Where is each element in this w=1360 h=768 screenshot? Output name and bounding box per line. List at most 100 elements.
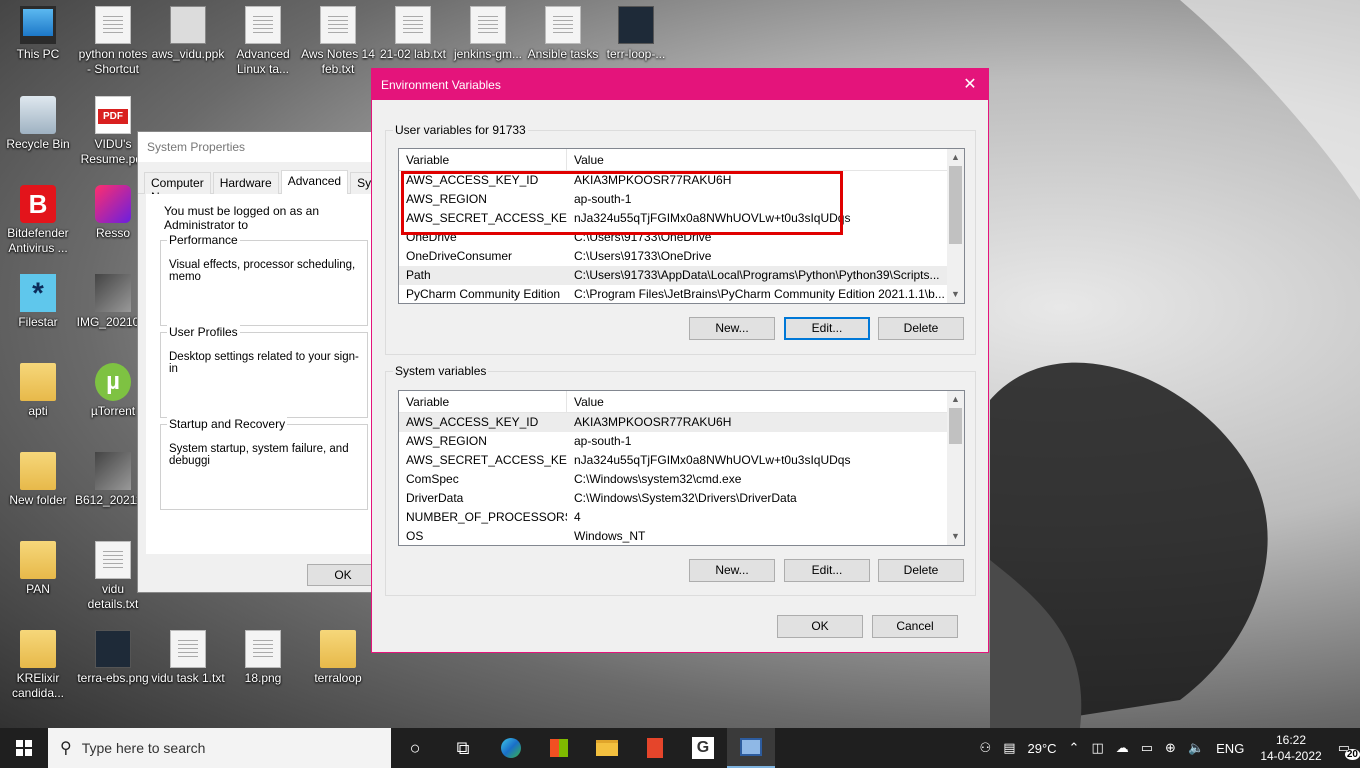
system-delete-button[interactable]: Delete: [878, 559, 964, 582]
weather-temp[interactable]: 29°C: [1022, 741, 1063, 756]
desktop-icon[interactable]: PAN: [0, 541, 76, 597]
system-variables-list[interactable]: Variable Value AWS_ACCESS_KEY_ID AKIA3MPK…: [398, 390, 965, 546]
variable-name: Path: [406, 268, 431, 282]
system-new-button[interactable]: New...: [689, 559, 775, 582]
environment-variables-dialog[interactable]: Environment Variables ✕ User variables f…: [371, 68, 989, 653]
list-item[interactable]: AWS_ACCESS_KEY_ID AKIA3MPKOOSR77RAKU6H: [399, 413, 964, 432]
doc-icon: [170, 630, 206, 668]
scroll-thumb[interactable]: [949, 408, 962, 444]
desktop-icon[interactable]: apti: [0, 363, 76, 419]
file-explorer-icon[interactable]: [583, 728, 631, 768]
desktop-icon[interactable]: vidu task 1.txt: [150, 630, 226, 686]
desktop-icon[interactable]: jenkins-gm...: [450, 6, 526, 62]
desktop-icon[interactable]: terra-ebs.png: [75, 630, 151, 686]
desktop-icon[interactable]: Advanced Linux ta...: [225, 6, 301, 77]
variable-column-header[interactable]: Variable: [399, 391, 567, 412]
desktop-icon[interactable]: New folder: [0, 452, 76, 508]
list-item[interactable]: AWS_SECRET_ACCESS_KEY nJa324u55qTjFGIMx0a…: [399, 451, 964, 470]
desktop-icon-label: This PC: [16, 47, 60, 61]
tab-computer-name[interactable]: Computer Name: [144, 172, 211, 204]
user-list-scrollbar[interactable]: ▲ ▼: [947, 149, 964, 303]
cancel-button[interactable]: Cancel: [872, 615, 958, 638]
desktop-icon[interactable]: KRElixir candida...: [0, 630, 76, 701]
close-icon[interactable]: ✕: [952, 69, 988, 100]
list-item[interactable]: AWS_REGION ap-south-1: [399, 432, 964, 451]
dark-icon: [618, 6, 654, 44]
scroll-up-icon[interactable]: ▲: [947, 391, 964, 408]
value-column-header[interactable]: Value: [567, 391, 611, 412]
list-item[interactable]: OS Windows_NT: [399, 527, 964, 545]
desktop-icon-label: 18.png: [244, 671, 282, 685]
meet-now-icon[interactable]: ◫: [1085, 740, 1109, 756]
desktop-icon-label: terra-ebs.png: [77, 671, 149, 685]
cortana-icon[interactable]: ○: [391, 728, 439, 768]
search-icon: ⚲: [60, 740, 72, 757]
system-edit-button[interactable]: Edit...: [784, 559, 870, 582]
desktop-icon-label: apti: [28, 404, 48, 418]
tab-hardware[interactable]: Hardware: [212, 172, 279, 194]
clock[interactable]: 16:22 14-04-2022: [1250, 732, 1331, 764]
edge-icon[interactable]: [487, 728, 535, 768]
windows-logo-icon: [16, 740, 32, 756]
variable-name: AWS_SECRET_ACCESS_KEY: [406, 453, 567, 467]
battery-icon[interactable]: ▭: [1135, 740, 1159, 756]
list-item[interactable]: ComSpec C:\Windows\system32\cmd.exe: [399, 470, 964, 489]
list-item[interactable]: NUMBER_OF_PROCESSORS 4: [399, 508, 964, 527]
scroll-down-icon[interactable]: ▼: [947, 528, 964, 545]
language-indicator[interactable]: ENG: [1210, 741, 1250, 756]
system-properties-window[interactable]: System Properties Computer Name Hardware…: [137, 131, 387, 593]
variable-name: NUMBER_OF_PROCESSORS: [406, 510, 567, 524]
ok-button[interactable]: OK: [777, 615, 863, 638]
list-item[interactable]: OneDriveConsumer C:\Users\91733\OneDrive: [399, 247, 964, 266]
desktop-icon[interactable]: * Filestar: [0, 274, 76, 330]
start-button[interactable]: [0, 728, 48, 768]
user-profiles-group: User Profiles Desktop settings related t…: [160, 325, 368, 418]
desktop-icon[interactable]: aws_vidu.ppk: [150, 6, 226, 62]
variable-column-header[interactable]: Variable: [399, 149, 567, 170]
user-edit-button[interactable]: Edit...: [784, 317, 870, 340]
scroll-up-icon[interactable]: ▲: [947, 149, 964, 166]
notifications-icon[interactable]: ▭ 20: [1332, 740, 1360, 760]
cloud-icon[interactable]: ☁: [1110, 740, 1135, 756]
variable-value: C:\Windows\System32\Drivers\DriverData: [574, 491, 797, 505]
list-item[interactable]: Path C:\Users\91733\AppData\Local\Program…: [399, 266, 964, 285]
utor-icon: µ: [95, 363, 131, 401]
taskbar-search-box[interactable]: ⚲ Type here to search: [48, 728, 391, 768]
admin-note: You must be logged on as an Administrato…: [164, 204, 320, 232]
user-new-button[interactable]: New...: [689, 317, 775, 340]
user-delete-button[interactable]: Delete: [878, 317, 964, 340]
network-icon[interactable]: ⊕: [1159, 740, 1182, 756]
desktop-icon[interactable]: This PC: [0, 6, 76, 62]
list-item[interactable]: DriverData C:\Windows\System32\Drivers\Dr…: [399, 489, 964, 508]
desktop-icon[interactable]: 21-02 lab.txt: [375, 6, 451, 62]
desktop-icon[interactable]: 18.png: [225, 630, 301, 686]
desktop-icon[interactable]: Ansible tasks: [525, 6, 601, 62]
desktop-icon[interactable]: Recycle Bin: [0, 96, 76, 152]
scroll-down-icon[interactable]: ▼: [947, 286, 964, 303]
task-view-icon[interactable]: ⧉: [439, 728, 487, 768]
office-icon[interactable]: [631, 728, 679, 768]
desktop-icon[interactable]: Aws Notes 14 feb.txt: [300, 6, 376, 77]
value-column-header[interactable]: Value: [567, 149, 611, 170]
system-variables-rows: AWS_ACCESS_KEY_ID AKIA3MPKOOSR77RAKU6H AWS…: [399, 413, 964, 545]
tab-advanced[interactable]: Advanced: [280, 170, 349, 195]
people-icon[interactable]: ⚇: [974, 740, 998, 756]
desktop-icon[interactable]: terraloop: [300, 630, 376, 686]
desktop-icon[interactable]: python notes - Shortcut: [75, 6, 151, 77]
user-variables-group: User variables for 91733 Variable Value …: [385, 123, 976, 355]
weather-icon[interactable]: ▤: [997, 740, 1021, 756]
doc-icon: [95, 541, 131, 579]
desktop-icon[interactable]: B Bitdefender Antivirus ...: [0, 185, 76, 256]
control-panel-icon[interactable]: [727, 728, 775, 768]
desktop-icon[interactable]: terr-loop-...: [598, 6, 674, 62]
list-item[interactable]: PyCharm Community Edition C:\Program File…: [399, 285, 964, 303]
system-list-scrollbar[interactable]: ▲ ▼: [947, 391, 964, 545]
chrome-icon[interactable]: G: [679, 728, 727, 768]
desktop-icon-label: Advanced Linux ta...: [236, 47, 290, 76]
volume-icon[interactable]: 🔈: [1182, 740, 1210, 756]
chevron-up-icon[interactable]: ⌃: [1063, 740, 1086, 756]
store-icon[interactable]: [535, 728, 583, 768]
system-properties-ok-button[interactable]: OK: [307, 564, 379, 586]
advanced-tab-body: You must be logged on as an Administrato…: [146, 194, 386, 554]
scroll-thumb[interactable]: [949, 166, 962, 244]
